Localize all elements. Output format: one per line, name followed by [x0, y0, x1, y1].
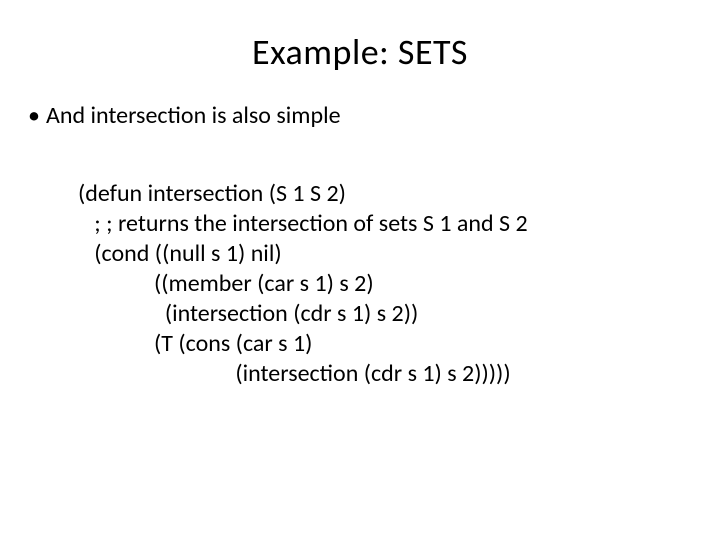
code-line: (intersection (cdr s 1) s 2)))))	[78, 359, 511, 388]
bullet-text: And intersection is also simple	[46, 102, 341, 131]
bullet-item: • And intersection is also simple	[28, 102, 684, 131]
bullet-dot-icon: •	[28, 102, 40, 131]
code-block: (defun intersection (S 1 S 2) ; ; return…	[78, 179, 684, 389]
slide-title: Example: SETS	[36, 30, 684, 74]
code-line: (cond ((null s 1) nil)	[78, 239, 282, 268]
code-line: ; ; returns the intersection of sets S 1…	[78, 209, 528, 238]
slide: Example: SETS • And intersection is also…	[0, 0, 720, 540]
code-line: ((member (car s 1) s 2)	[78, 269, 374, 298]
code-line: (defun intersection (S 1 S 2)	[78, 179, 346, 208]
code-line: (T (cons (car s 1)	[78, 329, 312, 358]
code-line: (intersection (cdr s 1) s 2))	[78, 299, 418, 328]
